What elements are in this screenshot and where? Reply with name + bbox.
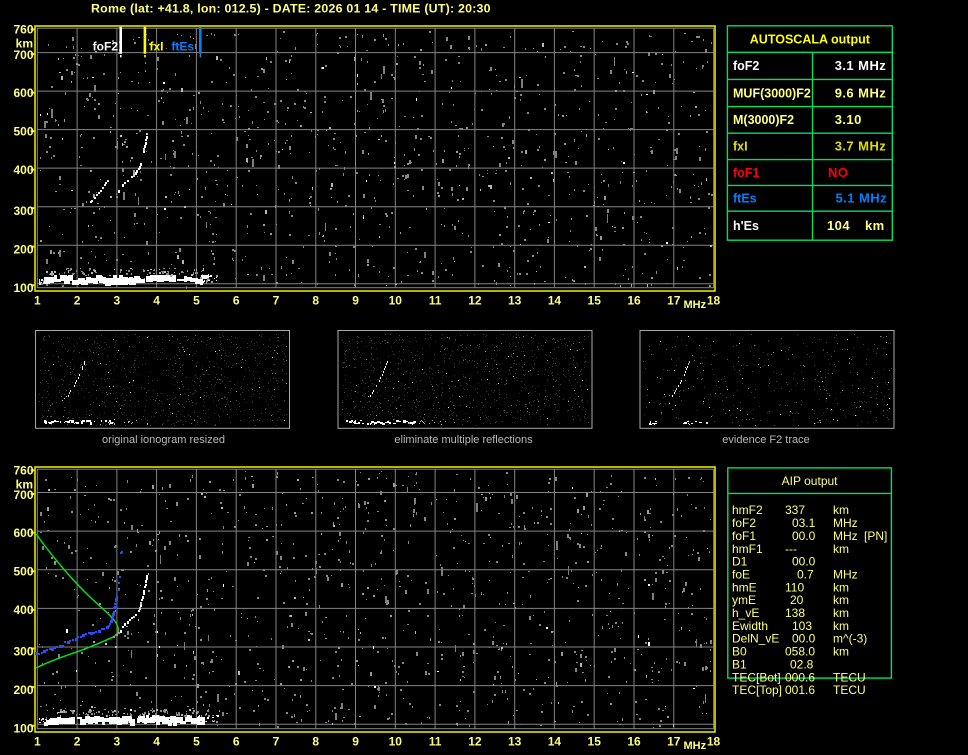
svg-text:foF1: foF1 [733, 166, 759, 180]
svg-text:8: 8 [312, 735, 319, 749]
svg-text:11: 11 [429, 294, 442, 308]
svg-text:foF2: foF2 [733, 59, 759, 73]
svg-text:16: 16 [627, 294, 641, 308]
svg-text:12: 12 [468, 735, 482, 749]
svg-text:9: 9 [352, 735, 359, 749]
svg-text:eliminate multiple reflections: eliminate multiple reflections [394, 434, 533, 446]
svg-text:600: 600 [13, 526, 33, 540]
svg-text:6: 6 [233, 294, 240, 308]
svg-text:5: 5 [193, 735, 200, 749]
svg-text:18: 18 [707, 294, 721, 308]
svg-text:MHz: MHz [683, 299, 706, 311]
svg-text:8: 8 [312, 294, 319, 308]
svg-text:ftEs: ftEs [733, 192, 757, 206]
svg-text:12: 12 [468, 294, 482, 308]
svg-text:evidence F2 trace: evidence F2 trace [722, 434, 809, 446]
svg-text:17: 17 [667, 294, 681, 308]
svg-text:14: 14 [548, 294, 562, 308]
svg-text:760: 760 [13, 463, 33, 477]
svg-text:Rome (lat: +41.8, lon: 012.5): Rome (lat: +41.8, lon: 012.5) - DATE: 20… [91, 2, 491, 16]
svg-text:15: 15 [588, 735, 602, 749]
svg-text:600: 600 [13, 86, 33, 100]
svg-text:4: 4 [153, 294, 160, 308]
svg-text:km: km [833, 645, 849, 659]
svg-text:9: 9 [352, 294, 359, 308]
svg-text:1: 1 [34, 294, 41, 308]
svg-text:100: 100 [13, 722, 33, 736]
svg-text:km: km [833, 542, 849, 556]
svg-text:10: 10 [389, 735, 403, 749]
svg-text:TEC[Top]: TEC[Top] [732, 683, 782, 697]
svg-text:7: 7 [273, 735, 280, 749]
svg-text:6: 6 [233, 735, 240, 749]
svg-text:2: 2 [74, 294, 81, 308]
svg-text:3: 3 [114, 735, 121, 749]
svg-text:500: 500 [13, 565, 33, 579]
svg-text:foF2: foF2 [93, 40, 119, 54]
svg-text:300: 300 [13, 644, 33, 658]
svg-text:300: 300 [13, 204, 33, 218]
svg-text:4: 4 [153, 735, 160, 749]
svg-text:M(3000)F2: M(3000)F2 [733, 113, 794, 127]
svg-text:200: 200 [13, 243, 33, 257]
svg-text:5: 5 [193, 294, 200, 308]
svg-text:km: km [865, 218, 885, 233]
svg-text:400: 400 [13, 163, 33, 177]
svg-text:500: 500 [13, 125, 33, 139]
svg-text:ftEs: ftEs [171, 40, 194, 54]
svg-text:TECU: TECU [833, 683, 866, 697]
svg-text:9.6 MHz: 9.6 MHz [835, 85, 887, 100]
svg-text:fxI: fxI [150, 40, 164, 54]
svg-text:200: 200 [13, 683, 33, 697]
svg-text:1: 1 [34, 735, 41, 749]
svg-text:MHz: MHz [683, 740, 706, 752]
svg-text:100: 100 [13, 281, 33, 295]
svg-text:3.7 MHz: 3.7 MHz [835, 139, 887, 154]
svg-text:original ionogram resized: original ionogram resized [102, 434, 225, 446]
svg-text:[PN]: [PN] [864, 529, 887, 543]
svg-text:17: 17 [667, 735, 681, 749]
svg-text:AIP output: AIP output [782, 474, 838, 488]
svg-text:2: 2 [74, 735, 81, 749]
svg-text:400: 400 [13, 603, 33, 617]
svg-text:18: 18 [707, 735, 721, 749]
svg-text:fxI: fxI [733, 140, 748, 154]
svg-text:3.1 MHz: 3.1 MHz [835, 58, 887, 73]
svg-text:5.1 MHz: 5.1 MHz [836, 191, 888, 206]
svg-text:15: 15 [588, 294, 602, 308]
svg-text:MUF(3000)F2: MUF(3000)F2 [733, 86, 811, 100]
svg-text:13: 13 [508, 735, 522, 749]
svg-text:13: 13 [508, 294, 522, 308]
svg-text:3: 3 [114, 294, 121, 308]
svg-text:3.10: 3.10 [835, 112, 862, 127]
svg-text:7: 7 [273, 294, 280, 308]
svg-text:AUTOSCALA output: AUTOSCALA output [750, 32, 871, 46]
svg-text:700: 700 [13, 488, 33, 502]
svg-text:h'Es: h'Es [733, 219, 759, 233]
svg-text:001.6: 001.6 [785, 683, 815, 697]
svg-text:16: 16 [627, 735, 641, 749]
svg-text:NO: NO [828, 165, 848, 180]
svg-text:10: 10 [389, 294, 403, 308]
svg-text:104: 104 [827, 218, 850, 233]
svg-text:760: 760 [13, 22, 33, 36]
svg-text:11: 11 [429, 735, 442, 749]
svg-text:14: 14 [548, 735, 562, 749]
svg-text:700: 700 [13, 48, 33, 62]
